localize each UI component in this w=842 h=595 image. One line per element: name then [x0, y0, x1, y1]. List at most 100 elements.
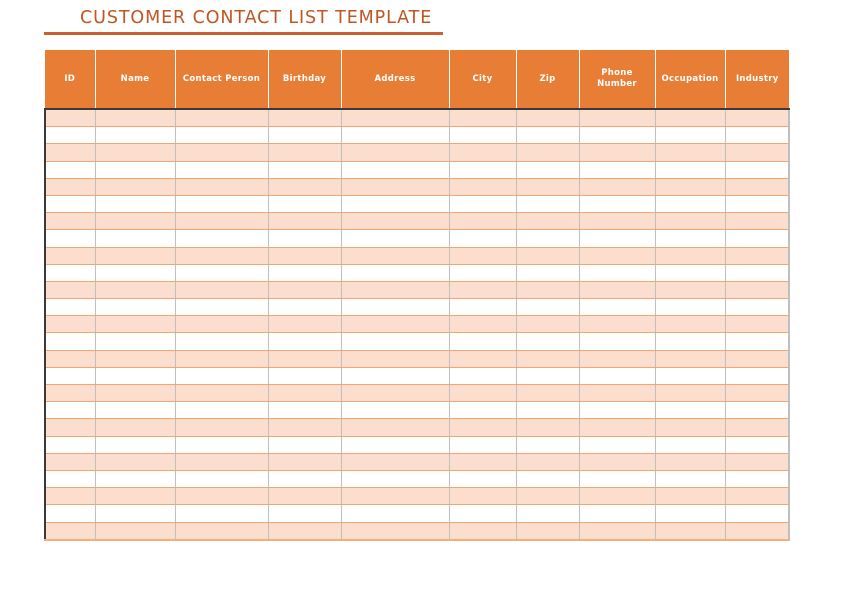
cell-id[interactable]	[44, 126, 96, 145]
cell-industry[interactable]	[725, 367, 790, 386]
cell-birthday[interactable]	[268, 350, 342, 368]
column-header-phone-number[interactable]: Phone Number	[578, 50, 656, 110]
cell-address[interactable]	[341, 332, 450, 351]
cell-name[interactable]	[95, 401, 176, 420]
cell-birthday[interactable]	[268, 161, 342, 179]
cell-city[interactable]	[449, 522, 517, 541]
cell-industry[interactable]	[725, 161, 790, 179]
cell-id[interactable]	[44, 504, 96, 523]
cell-city[interactable]	[449, 315, 517, 334]
cell-city[interactable]	[449, 332, 517, 351]
cell-industry[interactable]	[725, 522, 790, 541]
cell-occupation[interactable]	[655, 298, 726, 317]
cell-zip[interactable]	[516, 195, 580, 214]
cell-id[interactable]	[44, 332, 96, 351]
cell-occupation[interactable]	[655, 281, 726, 300]
cell-id[interactable]	[44, 367, 96, 386]
cell-city[interactable]	[449, 367, 517, 386]
cell-phone[interactable]	[579, 522, 656, 541]
cell-zip[interactable]	[516, 401, 580, 420]
cell-address[interactable]	[341, 195, 450, 214]
cell-name[interactable]	[95, 418, 176, 437]
cell-contact[interactable]	[175, 401, 269, 420]
cell-zip[interactable]	[516, 436, 580, 454]
cell-name[interactable]	[95, 109, 176, 128]
cell-id[interactable]	[44, 350, 96, 368]
cell-industry[interactable]	[725, 195, 790, 214]
cell-occupation[interactable]	[655, 487, 726, 506]
cell-address[interactable]	[341, 212, 450, 231]
cell-birthday[interactable]	[268, 126, 342, 145]
cell-address[interactable]	[341, 418, 450, 437]
cell-industry[interactable]	[725, 504, 790, 523]
column-header-industry[interactable]: Industry	[724, 50, 789, 110]
cell-birthday[interactable]	[268, 522, 342, 541]
cell-name[interactable]	[95, 350, 176, 368]
cell-phone[interactable]	[579, 281, 656, 300]
cell-phone[interactable]	[579, 178, 656, 196]
cell-city[interactable]	[449, 178, 517, 196]
cell-phone[interactable]	[579, 212, 656, 231]
cell-address[interactable]	[341, 384, 450, 403]
cell-phone[interactable]	[579, 143, 656, 162]
cell-contact[interactable]	[175, 504, 269, 523]
cell-birthday[interactable]	[268, 109, 342, 128]
cell-birthday[interactable]	[268, 384, 342, 403]
cell-industry[interactable]	[725, 281, 790, 300]
cell-zip[interactable]	[516, 109, 580, 128]
cell-birthday[interactable]	[268, 195, 342, 214]
cell-birthday[interactable]	[268, 487, 342, 506]
cell-address[interactable]	[341, 109, 450, 128]
cell-zip[interactable]	[516, 143, 580, 162]
cell-name[interactable]	[95, 436, 176, 454]
cell-industry[interactable]	[725, 436, 790, 454]
cell-contact[interactable]	[175, 281, 269, 300]
cell-city[interactable]	[449, 401, 517, 420]
cell-phone[interactable]	[579, 418, 656, 437]
column-header-city[interactable]: City	[448, 50, 517, 110]
cell-zip[interactable]	[516, 161, 580, 179]
cell-birthday[interactable]	[268, 401, 342, 420]
cell-contact[interactable]	[175, 350, 269, 368]
column-header-address[interactable]: Address	[340, 50, 450, 110]
cell-id[interactable]	[44, 195, 96, 214]
cell-phone[interactable]	[579, 436, 656, 454]
cell-id[interactable]	[44, 470, 96, 489]
cell-id[interactable]	[44, 401, 96, 420]
cell-occupation[interactable]	[655, 453, 726, 471]
cell-address[interactable]	[341, 143, 450, 162]
cell-contact[interactable]	[175, 384, 269, 403]
cell-id[interactable]	[44, 436, 96, 454]
cell-industry[interactable]	[725, 332, 790, 351]
cell-zip[interactable]	[516, 367, 580, 386]
cell-address[interactable]	[341, 247, 450, 265]
cell-contact[interactable]	[175, 522, 269, 541]
cell-birthday[interactable]	[268, 298, 342, 317]
cell-phone[interactable]	[579, 126, 656, 145]
cell-phone[interactable]	[579, 367, 656, 386]
cell-phone[interactable]	[579, 229, 656, 248]
cell-name[interactable]	[95, 298, 176, 317]
cell-industry[interactable]	[725, 470, 790, 489]
cell-industry[interactable]	[725, 143, 790, 162]
cell-zip[interactable]	[516, 298, 580, 317]
cell-name[interactable]	[95, 126, 176, 145]
cell-occupation[interactable]	[655, 401, 726, 420]
cell-phone[interactable]	[579, 332, 656, 351]
cell-id[interactable]	[44, 281, 96, 300]
cell-birthday[interactable]	[268, 315, 342, 334]
cell-id[interactable]	[44, 418, 96, 437]
cell-address[interactable]	[341, 178, 450, 196]
cell-id[interactable]	[44, 453, 96, 471]
cell-industry[interactable]	[725, 384, 790, 403]
cell-address[interactable]	[341, 522, 450, 541]
cell-occupation[interactable]	[655, 126, 726, 145]
cell-city[interactable]	[449, 109, 517, 128]
cell-phone[interactable]	[579, 195, 656, 214]
cell-city[interactable]	[449, 143, 517, 162]
cell-name[interactable]	[95, 453, 176, 471]
column-header-occupation[interactable]: Occupation	[654, 50, 726, 110]
cell-contact[interactable]	[175, 126, 269, 145]
cell-contact[interactable]	[175, 247, 269, 265]
cell-contact[interactable]	[175, 436, 269, 454]
